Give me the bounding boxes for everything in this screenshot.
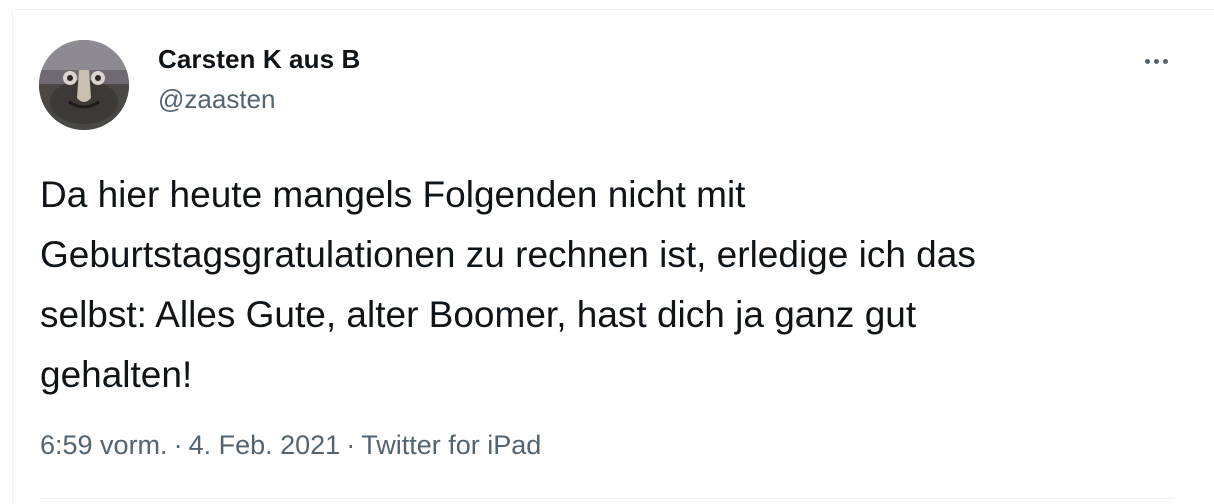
profile-avatar[interactable]: [39, 40, 129, 130]
author-name[interactable]: Carsten K aus B: [158, 44, 360, 75]
meta-separator: ·: [346, 430, 356, 460]
tweet-text-line: selbst: Alles Gute, alter Boomer, hast d…: [40, 294, 917, 335]
more-horizontal-icon[interactable]: [1138, 46, 1174, 76]
meta-separator: ·: [173, 430, 183, 460]
tweet-time[interactable]: 6:59 vorm.: [40, 430, 168, 460]
author-handle[interactable]: @zaasten: [158, 84, 275, 115]
tweet-date[interactable]: 4. Feb. 2021: [189, 430, 341, 460]
divider: [40, 498, 1174, 499]
tweet-text-line: gehalten!: [40, 354, 193, 395]
tweet-text: Da hier heute mangels Folgenden nicht mi…: [40, 165, 1190, 405]
tweet-source[interactable]: Twitter for iPad: [361, 430, 541, 460]
tweet-text-line: Geburtstagsgratulationen zu rechnen ist,…: [40, 234, 976, 275]
tweet-text-line: Da hier heute mangels Folgenden nicht mi…: [40, 174, 746, 215]
tweet-meta: 6:59 vorm. · 4. Feb. 2021 · Twitter for iPad: [40, 430, 541, 461]
